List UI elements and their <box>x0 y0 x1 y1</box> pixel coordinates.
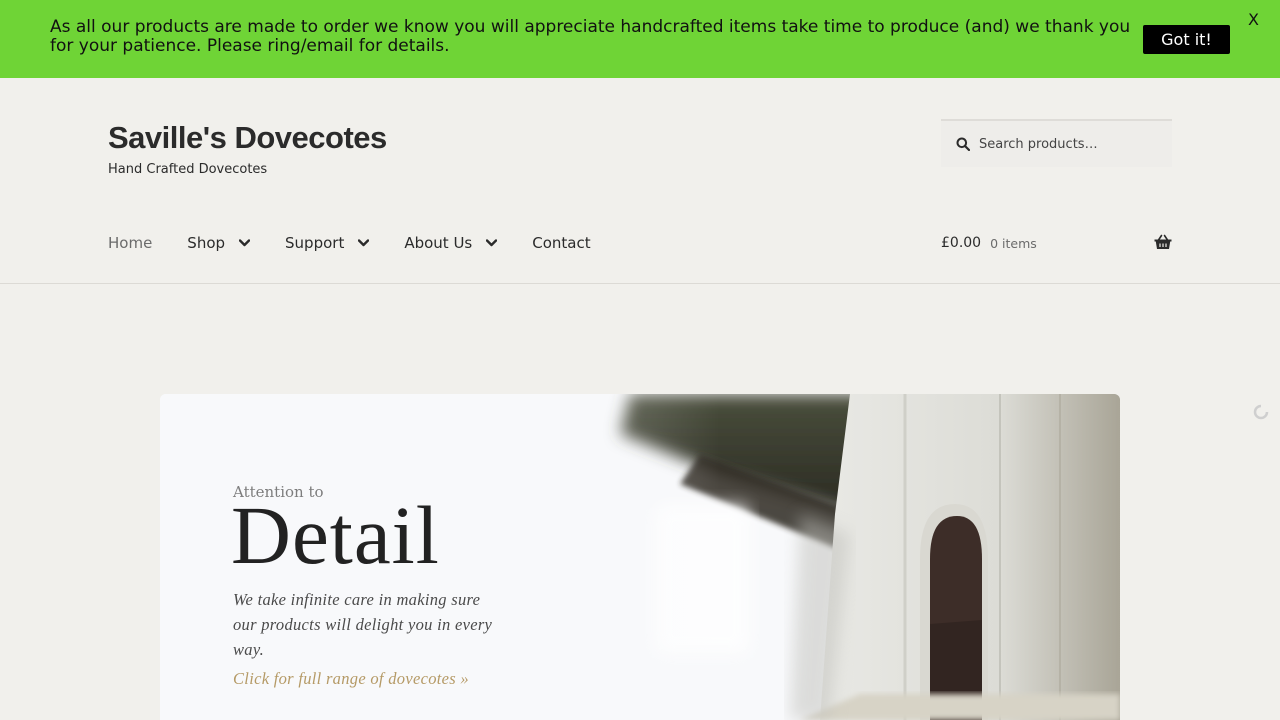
nav-item-label: Home <box>108 234 153 252</box>
store-notice-text: As all our products are made to order we… <box>50 17 1131 56</box>
dovecotes-range-link[interactable]: Click for full range of dovecotes » <box>233 669 469 689</box>
search-icon <box>956 137 970 151</box>
cart-item-count: 0 items <box>990 235 1037 251</box>
loading-spinner-icon <box>1253 404 1269 420</box>
hero-description: We take infinite care in making sure our… <box>233 590 493 659</box>
header-cart[interactable]: £0.00 0 items <box>941 232 1172 254</box>
nav-item-support[interactable]: Support <box>285 234 370 252</box>
search-input[interactable] <box>977 135 1171 153</box>
got-it-button[interactable]: Got it! <box>1143 25 1230 54</box>
chevron-down-icon[interactable] <box>239 239 251 247</box>
nav-item-label: Support <box>285 234 345 252</box>
hero-banner: Attention to Detail We take infinite car… <box>160 394 1120 720</box>
nav-item-home[interactable]: Home <box>108 234 152 252</box>
primary-navigation: Home Shop Support About Us Contact <box>108 232 626 254</box>
product-search <box>941 119 1172 167</box>
header-divider <box>0 283 1280 284</box>
hero-heading: Detail <box>231 489 440 581</box>
chevron-down-icon[interactable] <box>486 239 498 247</box>
nav-item-about-us[interactable]: About Us <box>404 234 498 252</box>
store-notice-bar: As all our products are made to order we… <box>0 0 1280 78</box>
site-title[interactable]: Saville's Dovecotes <box>108 120 387 156</box>
nav-item-label: Contact <box>532 234 591 252</box>
basket-icon <box>1154 234 1172 249</box>
nav-item-label: About Us <box>404 234 473 252</box>
close-notice-button[interactable]: X <box>1248 10 1259 29</box>
chevron-down-icon[interactable] <box>358 239 370 247</box>
cart-total: £0.00 <box>941 235 982 251</box>
nav-item-contact[interactable]: Contact <box>532 234 590 252</box>
site-tagline: Hand Crafted Dovecotes <box>108 162 268 177</box>
nav-item-shop[interactable]: Shop <box>187 234 251 252</box>
nav-item-label: Shop <box>187 234 226 252</box>
